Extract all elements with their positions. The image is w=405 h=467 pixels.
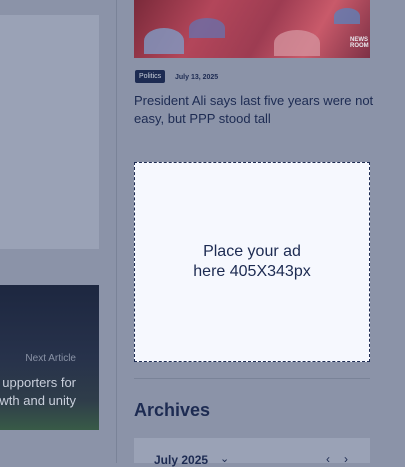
archives-calendar: July 2025 ⌄ ‹ › bbox=[134, 438, 370, 467]
left-content-panel bbox=[0, 15, 99, 249]
ad-placeholder[interactable]: Place your ad here 405X343px bbox=[134, 162, 370, 362]
archives-heading: Archives bbox=[134, 400, 211, 420]
sidebar-divider bbox=[116, 0, 117, 463]
next-article-title-line2: wth and unity bbox=[0, 393, 76, 408]
photo-umbrella bbox=[274, 30, 320, 56]
next-article-label: Next Article bbox=[25, 353, 76, 364]
news-date: July 13, 2025 bbox=[175, 74, 219, 81]
archives-divider bbox=[134, 378, 370, 379]
ad-text-line2: here 405X343px bbox=[193, 263, 311, 280]
ad-placeholder-text: Place your ad here 405X343px bbox=[177, 242, 327, 282]
news-photo[interactable] bbox=[134, 0, 370, 58]
photo-umbrella bbox=[144, 28, 184, 54]
chevron-left-icon[interactable]: ‹ bbox=[326, 452, 330, 466]
next-article-card[interactable]: Next Article upporters for wth and unity bbox=[0, 285, 99, 430]
category-badge[interactable]: Politics bbox=[135, 70, 166, 83]
photo-umbrella bbox=[189, 18, 225, 38]
next-article-title[interactable]: upporters for wth and unity bbox=[0, 374, 76, 410]
chevron-down-icon[interactable]: ⌄ bbox=[220, 452, 229, 465]
calendar-month-select[interactable]: July 2025 bbox=[154, 453, 208, 467]
photo-watermark-logo: NEWS ROOM bbox=[350, 37, 369, 49]
ad-text-line1: Place your ad bbox=[203, 243, 301, 260]
next-article-title-line1: upporters for bbox=[2, 375, 76, 390]
chevron-right-icon[interactable]: › bbox=[344, 452, 348, 466]
photo-umbrella bbox=[334, 8, 360, 24]
news-headline[interactable]: President Ali says last five years were … bbox=[134, 92, 379, 128]
